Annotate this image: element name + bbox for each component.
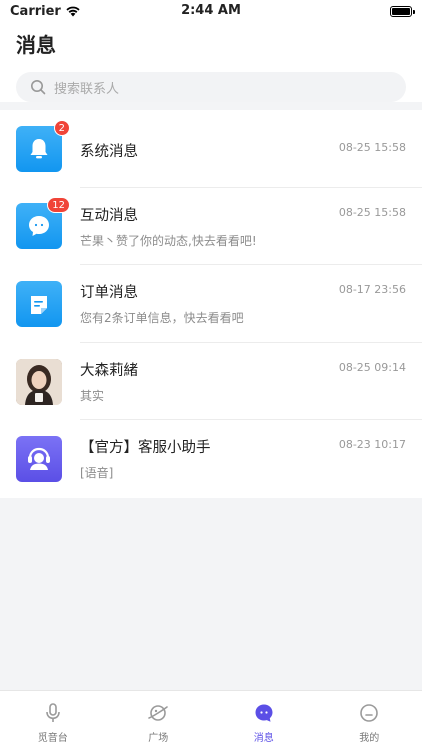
message-time: 08-23 10:17 [338, 438, 406, 452]
battery-icon [390, 5, 415, 17]
tab-label: 消息 [253, 733, 274, 744]
unread-badge: 2 [53, 119, 70, 136]
user-photo-avatar [16, 358, 62, 405]
tab-label: 我的 [359, 733, 380, 744]
profile-face-icon [360, 704, 379, 722]
unread-badge: 12 [47, 197, 70, 214]
tab-profile[interactable]: 我的 [317, 691, 422, 750]
message-name: 订单消息 [80, 285, 138, 302]
status-bar: Carrier 2:44 AM [0, 0, 422, 22]
message-row-order[interactable]: 订单消息 您有2条订单信息，快去看看吧 08-17 23:56 [0, 265, 422, 343]
message-preview: 您有2条订单信息，快去看看吧 [80, 311, 244, 326]
tab-audition[interactable]: 觅音台 [0, 691, 106, 750]
message-icon [255, 704, 273, 722]
headset-agent-icon [16, 436, 62, 483]
microphone-icon [45, 703, 60, 722]
message-name: 大森莉緒 [80, 362, 138, 379]
message-row-user[interactable]: 大森莉緒 其实 08-25 09:14 [0, 343, 422, 421]
message-time: 08-17 23:56 [338, 283, 406, 297]
message-name: 互动消息 [80, 207, 138, 224]
search-icon [31, 80, 46, 95]
search-input[interactable]: 搜索联系人 [16, 72, 406, 102]
header: 消息 搜索联系人 [0, 22, 422, 102]
search-placeholder: 搜索联系人 [54, 81, 120, 97]
message-time: 08-25 09:14 [338, 360, 406, 374]
page-title: 消息 [16, 33, 56, 57]
message-name: 系统消息 [80, 144, 138, 160]
message-time: 08-25 15:58 [338, 205, 406, 219]
message-row-system[interactable]: 2 系统消息 08-25 15:58 [0, 110, 422, 188]
message-time: 08-25 15:58 [338, 141, 406, 154]
message-preview: [语音] [80, 466, 114, 481]
carrier-label: Carrier [10, 3, 61, 19]
message-list: 2 系统消息 08-25 15:58 12 互动消息 芒果丶赞了你的动态,快去看… [0, 110, 422, 498]
message-row-interaction[interactable]: 12 互动消息 芒果丶赞了你的动态,快去看看吧! 08-25 15:58 [0, 188, 422, 266]
tab-label: 广场 [148, 733, 169, 744]
tab-square[interactable]: 广场 [106, 691, 212, 750]
order-note-icon [16, 280, 62, 327]
planet-icon [148, 705, 169, 721]
message-preview: 芒果丶赞了你的动态,快去看看吧! [80, 233, 257, 248]
tab-label: 觅音台 [37, 733, 68, 744]
message-preview: 其实 [80, 388, 105, 403]
wifi-icon [66, 6, 80, 17]
tab-bar: 觅音台 广场 消息 我的 [0, 690, 422, 750]
message-name: 【官方】客服小助手 [80, 440, 211, 457]
tab-messages[interactable]: 消息 [211, 691, 317, 750]
message-row-support[interactable]: 【官方】客服小助手 [语音] 08-23 10:17 [0, 420, 422, 498]
